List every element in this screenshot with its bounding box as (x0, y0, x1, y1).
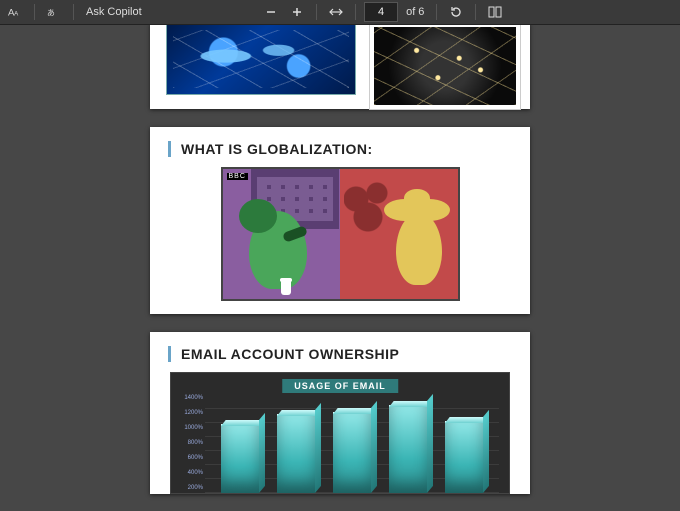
separator (355, 4, 356, 20)
text-size-icon[interactable]: AA (4, 2, 26, 22)
ytick: 400% (173, 470, 203, 476)
image-global-network-dark (370, 25, 520, 109)
ytick: 1000% (173, 425, 203, 431)
cartoon-cup (281, 281, 291, 295)
fit-width-icon[interactable] (325, 2, 347, 22)
ytick: 800% (173, 440, 203, 446)
rotate-icon[interactable] (445, 2, 467, 22)
image-global-network-blue (166, 25, 356, 95)
separator (436, 4, 437, 20)
zoom-in-icon[interactable] (286, 2, 308, 22)
chart-bar (333, 412, 371, 493)
slide-heading: EMAIL ACCOUNT OWNERSHIP (168, 346, 512, 362)
translate-icon[interactable]: あ (43, 2, 65, 22)
cartoon-character-green (249, 211, 307, 289)
slide-heading: WHAT IS GLOBALIZATION: (168, 141, 512, 157)
chart-bar (221, 424, 259, 493)
svg-text:A: A (14, 11, 19, 18)
pdf-toolbar: AA あ Ask Copilot of 6 (0, 0, 680, 25)
chart-title: USAGE OF EMAIL (282, 379, 398, 393)
ask-copilot-button[interactable]: Ask Copilot (82, 6, 146, 18)
page-total-label: of 6 (402, 6, 428, 18)
slide-globalization: WHAT IS GLOBALIZATION: BBC (150, 127, 530, 314)
slide-email-ownership: EMAIL ACCOUNT OWNERSHIP USAGE OF EMAIL 1… (150, 332, 530, 494)
ytick: 1400% (173, 395, 203, 401)
image-globalization-cartoon: BBC (221, 167, 460, 301)
page-number-input[interactable] (364, 2, 398, 22)
cartoon-character-yellow (396, 213, 442, 285)
cartoon-right-panel (340, 169, 458, 299)
ytick: 600% (173, 455, 203, 461)
svg-text:あ: あ (47, 9, 55, 18)
separator (316, 4, 317, 20)
separator (34, 4, 35, 20)
chart-bar (277, 414, 315, 493)
chart-usage-of-email: USAGE OF EMAIL 1400% 1200% 1000% 800% 60… (170, 372, 510, 494)
chart-plot-area (205, 399, 499, 493)
ytick: 1200% (173, 410, 203, 416)
zoom-out-icon[interactable] (260, 2, 282, 22)
separator (475, 4, 476, 20)
chart-bar (389, 405, 427, 493)
ytick: 200% (173, 485, 203, 491)
chart-bar (445, 421, 483, 493)
slide-prev-tail (150, 25, 530, 109)
separator (73, 4, 74, 20)
page-view-icon[interactable] (484, 2, 506, 22)
bbc-badge: BBC (227, 173, 248, 180)
chart-y-axis: 1400% 1200% 1000% 800% 600% 400% 200% (173, 395, 203, 493)
cartoon-left-panel: BBC (223, 169, 341, 299)
document-viewport[interactable]: WHAT IS GLOBALIZATION: BBC EMAIL ACCOUNT… (0, 25, 680, 511)
